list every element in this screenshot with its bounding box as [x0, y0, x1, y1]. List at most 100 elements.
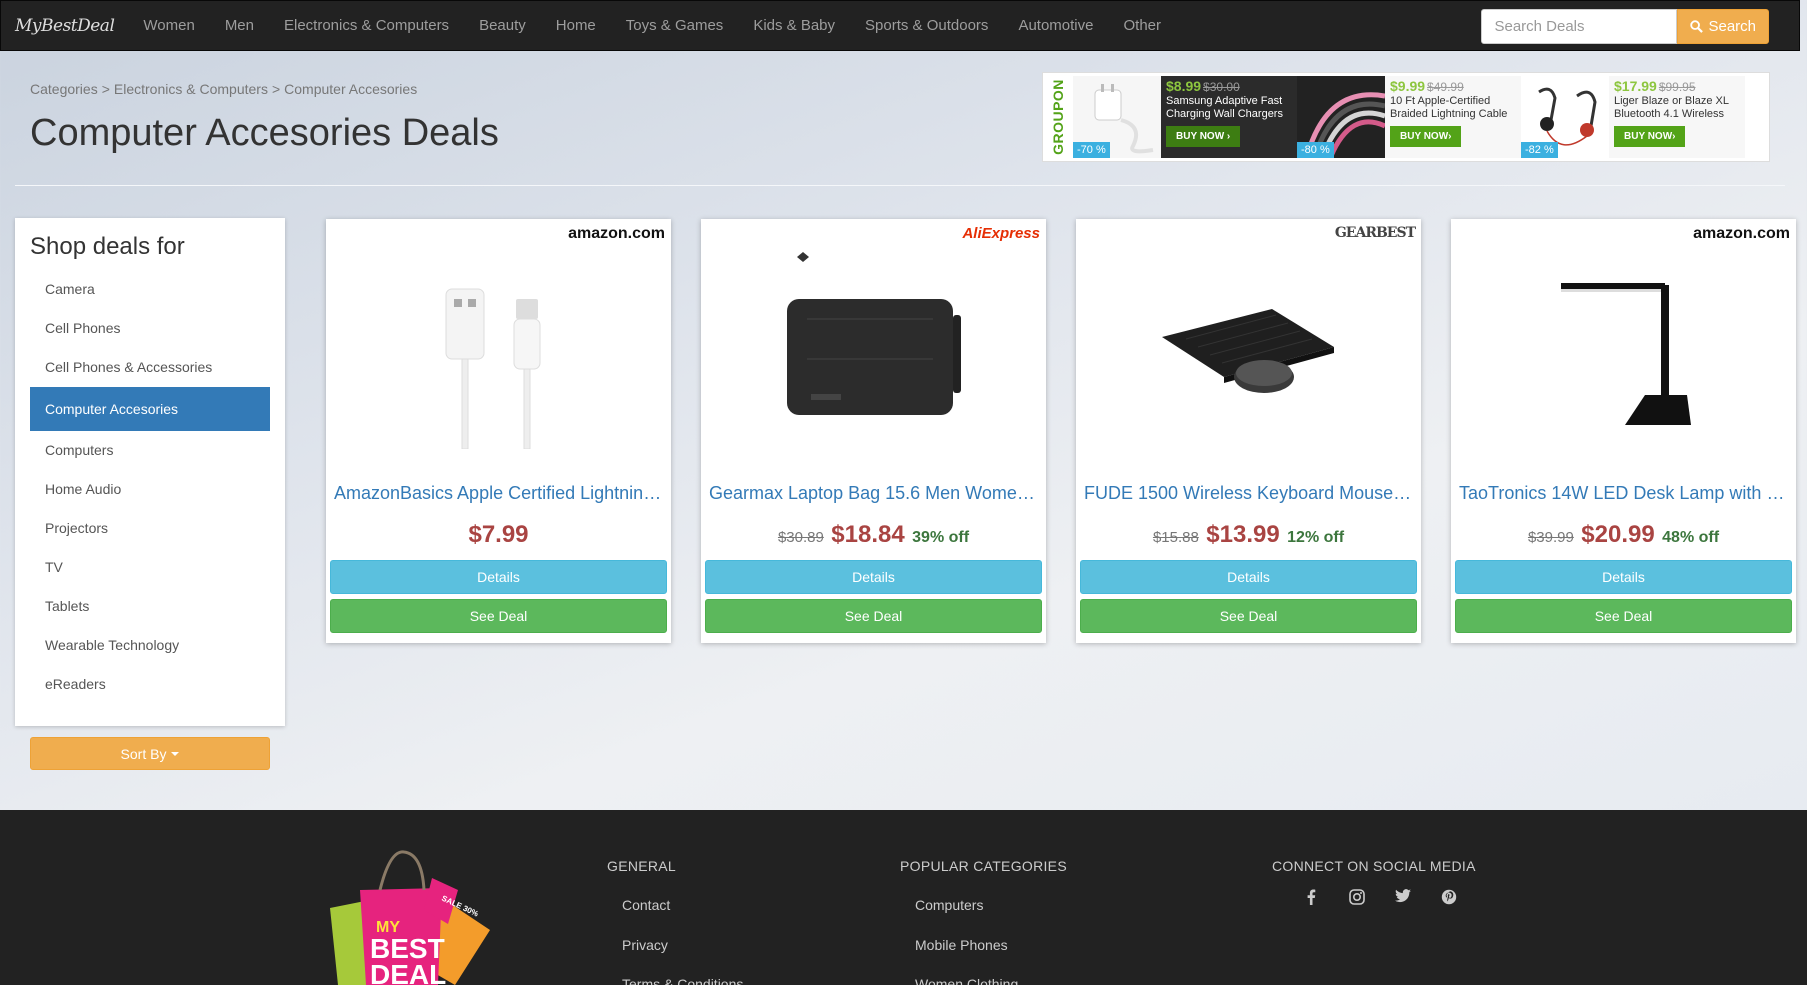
- sidebar-item-ereaders[interactable]: eReaders: [30, 665, 270, 704]
- sort-by-dropdown[interactable]: Sort By: [30, 737, 270, 770]
- price-row: $39.99 $20.99 48% off: [1451, 521, 1796, 549]
- discount-percent: 12% off: [1287, 529, 1345, 546]
- buy-now-button[interactable]: BUY NOW›: [1390, 126, 1462, 147]
- store-logo-gearbest: GEARBEST: [1334, 225, 1416, 241]
- twitter-icon[interactable]: [1392, 889, 1414, 910]
- ad-text: $17.99 $99.95 Liger Blaze or Blaze XL Blu…: [1609, 76, 1745, 158]
- sidebar-item-cell-phones-accessories[interactable]: Cell Phones & Accessories: [30, 348, 270, 387]
- breadcrumb: Categories > Electronics & Computers > Compu…: [30, 81, 418, 97]
- details-button[interactable]: Details: [1080, 560, 1417, 594]
- discount-percent: 39% off: [912, 529, 970, 546]
- see-deal-button[interactable]: See Deal: [705, 599, 1042, 633]
- caret-down-icon: [171, 751, 180, 756]
- product-title[interactable]: FUDE 1500 Wireless Keyboard Mouse Combo: [1084, 483, 1416, 504]
- ad-text: $8.99 $30.00 Samsung Adaptive Fast Chargi…: [1161, 76, 1297, 158]
- product-image[interactable]: [1076, 249, 1421, 449]
- product-title[interactable]: Gearmax Laptop Bag 15.6 Men Women Sleeve…: [709, 483, 1041, 504]
- social-links: [1300, 889, 1460, 910]
- groupon-logo: GROUPON: [1050, 79, 1066, 155]
- search-button[interactable]: Search: [1677, 9, 1769, 44]
- top-navbar: MyBestDeal Women Men Electronics & Compu…: [0, 0, 1800, 51]
- original-price: $30.89: [777, 529, 824, 546]
- price-row: $7.99: [326, 521, 671, 549]
- ad-item-charger[interactable]: -70 % $8.99 $30.00 Samsung Adaptive Fast …: [1073, 76, 1297, 158]
- groupon-ad-banner[interactable]: GROUPON -70 % $8.99 $30.00 Samsung Adapti…: [1042, 72, 1770, 162]
- sidebar-item-cell-phones[interactable]: Cell Phones: [30, 309, 270, 348]
- pinterest-icon[interactable]: [1438, 889, 1460, 910]
- footer-link-contact[interactable]: Contact: [622, 897, 670, 913]
- nav-link-sports[interactable]: Sports & Outdoors: [850, 17, 1003, 34]
- see-deal-button[interactable]: See Deal: [330, 599, 667, 633]
- nav-link-women[interactable]: Women: [128, 17, 209, 34]
- footer-general-title: GENERAL: [607, 858, 677, 874]
- nav-link-electronics[interactable]: Electronics & Computers: [269, 17, 464, 34]
- sidebar-item-tablets[interactable]: Tablets: [30, 587, 270, 626]
- discount-badge: -70 %: [1073, 142, 1110, 158]
- divider: [15, 185, 1785, 186]
- sidebar-item-camera[interactable]: Camera: [30, 270, 270, 309]
- sidebar-item-projectors[interactable]: Projectors: [30, 509, 270, 548]
- ad-item-cable[interactable]: -80 % $9.99 $49.99 10 Ft Apple-Certified …: [1297, 76, 1521, 158]
- details-button[interactable]: Details: [330, 560, 667, 594]
- facebook-icon[interactable]: [1300, 889, 1322, 910]
- ad-text: $9.99 $49.99 10 Ft Apple-Certified Braide…: [1385, 76, 1521, 158]
- nav-link-home[interactable]: Home: [541, 17, 611, 34]
- current-price: $20.99: [1581, 521, 1655, 548]
- product-card: amazon.com TaoTronics 14W LED Desk Lamp …: [1451, 219, 1796, 643]
- cable-image: -80 %: [1297, 76, 1387, 158]
- current-price: $18.84: [831, 521, 905, 548]
- nav-links: Women Men Electronics & Computers Beauty…: [128, 17, 1176, 34]
- product-image[interactable]: [1451, 249, 1796, 449]
- see-deal-button[interactable]: See Deal: [1455, 599, 1792, 633]
- sidebar-item-computer-accesories[interactable]: Computer Accesories: [30, 387, 270, 431]
- nav-link-beauty[interactable]: Beauty: [464, 17, 541, 34]
- footer: SALE 30% MY BEST DEAL GENERAL Contact Pr…: [0, 810, 1807, 985]
- discount-badge: -80 %: [1297, 142, 1334, 158]
- product-title[interactable]: TaoTronics 14W LED Desk Lamp with USB Ch…: [1459, 483, 1791, 504]
- brand-logo[interactable]: MyBestDeal: [1, 16, 128, 36]
- nav-link-toys[interactable]: Toys & Games: [611, 17, 739, 34]
- product-card: AliExpress Gearmax Laptop Bag 15.6 Men W…: [701, 219, 1046, 643]
- sidebar-item-tv[interactable]: TV: [30, 548, 270, 587]
- breadcrumb-current: Computer Accesories: [284, 81, 418, 97]
- footer-link-women-clothing[interactable]: Women Clothing: [915, 976, 1018, 985]
- footer-link-mobile-phones[interactable]: Mobile Phones: [915, 937, 1008, 953]
- nav-link-men[interactable]: Men: [210, 17, 269, 34]
- details-button[interactable]: Details: [1455, 560, 1792, 594]
- price-row: $15.88 $13.99 12% off: [1076, 521, 1421, 549]
- see-deal-button[interactable]: See Deal: [1080, 599, 1417, 633]
- sidebar-item-computers[interactable]: Computers: [30, 431, 270, 470]
- product-image[interactable]: [701, 249, 1046, 449]
- footer-link-computers[interactable]: Computers: [915, 897, 983, 913]
- nav-link-other[interactable]: Other: [1108, 17, 1176, 34]
- store-logo-amazon: amazon.com: [1693, 225, 1790, 242]
- nav-link-kids[interactable]: Kids & Baby: [738, 17, 850, 34]
- product-image[interactable]: [326, 249, 671, 450]
- sidebar-item-wearable-technology[interactable]: Wearable Technology: [30, 626, 270, 665]
- breadcrumb-electronics[interactable]: Electronics & Computers: [114, 81, 268, 97]
- product-card: amazon.com AmazonBasics Apple Certified …: [326, 219, 671, 643]
- footer-popular-title: POPULAR CATEGORIES: [900, 858, 1067, 874]
- product-title[interactable]: AmazonBasics Apple Certified Lightning t…: [334, 483, 666, 504]
- buy-now-button[interactable]: BUY NOW ›: [1166, 126, 1241, 147]
- product-card: GEARBEST FUDE 1500 Wireless Keyboard Mou…: [1076, 219, 1421, 643]
- nav-link-automotive[interactable]: Automotive: [1003, 17, 1108, 34]
- discount-badge: -82 %: [1521, 142, 1558, 158]
- current-price: $7.99: [468, 521, 529, 548]
- footer-link-terms[interactable]: Terms & Conditions: [622, 976, 743, 985]
- footer-logo[interactable]: SALE 30% MY BEST DEAL: [330, 850, 500, 985]
- breadcrumb-categories[interactable]: Categories: [30, 81, 98, 97]
- current-price: $13.99: [1206, 521, 1280, 548]
- buy-now-button[interactable]: BUY NOW›: [1614, 126, 1686, 147]
- original-price: $39.99: [1527, 529, 1574, 546]
- search-button-label: Search: [1708, 18, 1756, 35]
- footer-link-privacy[interactable]: Privacy: [622, 937, 668, 953]
- sidebar-item-home-audio[interactable]: Home Audio: [30, 470, 270, 509]
- discount-percent: 48% off: [1662, 529, 1720, 546]
- search-input[interactable]: [1481, 9, 1678, 44]
- instagram-icon[interactable]: [1346, 889, 1368, 910]
- price-row: $30.89 $18.84 39% off: [701, 521, 1046, 549]
- details-button[interactable]: Details: [705, 560, 1042, 594]
- store-logo-amazon: amazon.com: [568, 225, 665, 242]
- ad-item-headphones[interactable]: -82 % $17.99 $99.95 Liger Blaze or Blaze …: [1521, 76, 1745, 158]
